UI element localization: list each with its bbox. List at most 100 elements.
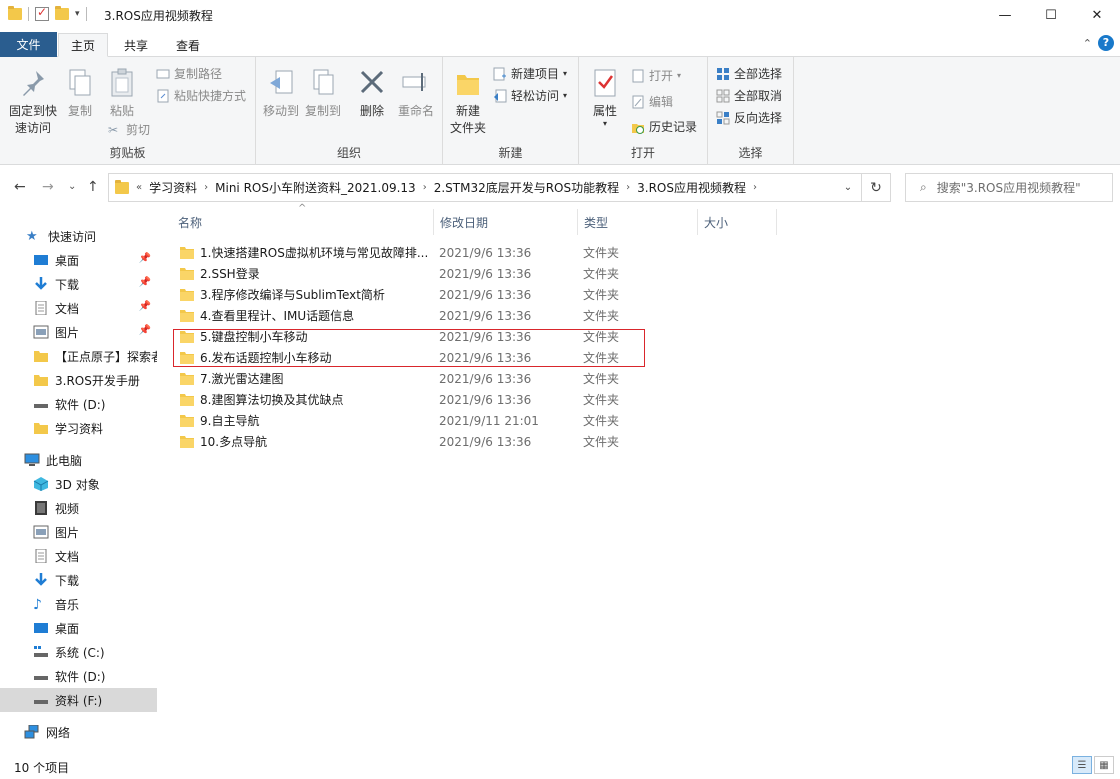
- file-name[interactable]: 4.查看里程计、IMU话题信息: [180, 307, 435, 324]
- tab-share[interactable]: 共享: [112, 33, 160, 57]
- table-row[interactable]: 9.自主导航 2021/9/11 21:01 文件夹: [172, 410, 634, 431]
- properties-icon[interactable]: [35, 5, 49, 21]
- sidebar-item-pictures[interactable]: 图片 📌: [0, 320, 157, 344]
- sidebar-item-study-materials[interactable]: 学习资料: [0, 416, 157, 440]
- column-header-size[interactable]: 大小: [698, 209, 777, 235]
- back-arrow-icon[interactable]: ←: [14, 179, 26, 195]
- collapse-ribbon-icon[interactable]: ⌃: [1083, 37, 1092, 50]
- copy-path-button[interactable]: 复制路径: [156, 65, 222, 82]
- tab-file[interactable]: 文件: [0, 32, 57, 57]
- file-type: 文件夹: [583, 267, 620, 281]
- breadcrumb-chevron-icon[interactable]: ›: [204, 182, 208, 193]
- sidebar-item-drive-d[interactable]: 软件 (D:): [0, 392, 157, 416]
- file-name[interactable]: 3.程序修改编译与SublimText简析: [180, 286, 435, 303]
- breadcrumb-1[interactable]: 学习资料: [149, 179, 197, 196]
- close-button[interactable]: ✕: [1074, 0, 1120, 31]
- invert-selection-button[interactable]: 反向选择: [716, 109, 782, 126]
- properties-icon: [590, 67, 620, 99]
- table-row[interactable]: 1.快速搭建ROS虚拟机环境与常见故障排... 2021/9/6 13:36 文件夹: [172, 242, 634, 263]
- paste-shortcut-button[interactable]: 粘贴快捷方式: [156, 87, 246, 104]
- address-bar[interactable]: « 学习资料 › Mini ROS小车附送资料_2021.09.13 › 2.S…: [108, 173, 862, 202]
- file-name[interactable]: 9.自主导航: [180, 412, 435, 429]
- easy-access-button[interactable]: 轻松访问 ▾: [493, 87, 567, 104]
- move-to-button[interactable]: 移动到: [262, 67, 300, 120]
- sidebar-item-music[interactable]: ♪ 音乐: [0, 592, 157, 616]
- group-label-select: 选择: [738, 146, 763, 160]
- file-name[interactable]: 1.快速搭建ROS虚拟机环境与常见故障排...: [180, 244, 435, 261]
- sidebar-item-3d-objects[interactable]: 3D 对象: [0, 472, 157, 496]
- column-header-name[interactable]: 名称: [172, 209, 434, 235]
- new-folder-icon[interactable]: [55, 6, 69, 20]
- large-icons-view-button[interactable]: ▦: [1094, 756, 1114, 774]
- file-name[interactable]: 2.SSH登录: [180, 265, 435, 282]
- address-dropdown-icon[interactable]: ⌄: [835, 174, 861, 201]
- file-name[interactable]: 10.多点导航: [180, 433, 435, 450]
- navigation-bar: ← → ⌄ ↑ « 学习资料 › Mini ROS小车附送资料_2021.09.…: [0, 165, 1120, 209]
- table-row[interactable]: 4.查看里程计、IMU话题信息 2021/9/6 13:36 文件夹: [172, 305, 634, 326]
- table-row[interactable]: 3.程序修改编译与SublimText简析 2021/9/6 13:36 文件夹: [172, 284, 634, 305]
- history-button[interactable]: 历史记录: [631, 118, 697, 135]
- sidebar-item-explorer-folder[interactable]: 【正点原子】探索者: [0, 344, 157, 368]
- tab-view[interactable]: 查看: [164, 33, 212, 57]
- file-name[interactable]: 8.建图算法切换及其优缺点: [180, 391, 435, 408]
- paste-button[interactable]: 粘贴: [104, 67, 140, 120]
- sidebar-quick-access[interactable]: ★ 快速访问: [0, 224, 157, 248]
- properties-button[interactable]: 属性 ▾: [585, 67, 625, 128]
- customize-toolbar-icon[interactable]: ▾: [75, 9, 80, 19]
- breadcrumb-chevron-icon[interactable]: ›: [753, 182, 757, 193]
- sidebar-item-downloads[interactable]: 下载 📌: [0, 272, 157, 296]
- star-icon: ★: [26, 229, 38, 244]
- column-header-date[interactable]: 修改日期: [434, 209, 578, 235]
- cut-button[interactable]: ✂ 剪切: [108, 121, 150, 138]
- sidebar-item-pc-documents[interactable]: 文档: [0, 544, 157, 568]
- forward-arrow-icon[interactable]: →: [42, 179, 54, 195]
- recent-locations-chevron-icon[interactable]: ⌄: [68, 181, 76, 192]
- select-none-button[interactable]: 全部取消: [716, 87, 782, 104]
- sidebar-item-pc-drive-d[interactable]: 软件 (D:): [0, 664, 157, 688]
- overflow-chevron-icon[interactable]: «: [136, 182, 142, 193]
- table-row[interactable]: 7.激光雷达建图 2021/9/6 13:36 文件夹: [172, 368, 634, 389]
- sidebar-item-drive-c[interactable]: 系统 (C:): [0, 640, 157, 664]
- edit-button[interactable]: 编辑: [631, 93, 673, 110]
- file-name[interactable]: 7.激光雷达建图: [180, 370, 435, 387]
- breadcrumb-2[interactable]: Mini ROS小车附送资料_2021.09.13: [215, 179, 416, 196]
- maximize-button[interactable]: ☐: [1028, 0, 1074, 31]
- breadcrumb-4[interactable]: 3.ROS应用视频教程: [637, 179, 746, 196]
- select-all-button[interactable]: 全部选择: [716, 65, 782, 82]
- sidebar-item-pc-pictures[interactable]: 图片: [0, 520, 157, 544]
- open-button[interactable]: 打开 ▾: [631, 67, 681, 84]
- pin-to-quick-access-button[interactable]: 固定到快 速访问: [6, 67, 60, 137]
- help-icon[interactable]: ?: [1098, 35, 1114, 51]
- table-row[interactable]: 8.建图算法切换及其优缺点 2021/9/6 13:36 文件夹: [172, 389, 634, 410]
- copy-to-button[interactable]: 复制到: [304, 67, 342, 120]
- sidebar-item-pc-downloads[interactable]: 下载: [0, 568, 157, 592]
- sidebar-item-pc-desktop[interactable]: 桌面: [0, 616, 157, 640]
- sidebar-item-ros-manual[interactable]: 3.ROS开发手册: [0, 368, 157, 392]
- copy-path-label: 复制路径: [174, 67, 223, 81]
- sidebar-item-desktop[interactable]: 桌面 📌: [0, 248, 157, 272]
- table-row[interactable]: 10.多点导航 2021/9/6 13:36 文件夹: [172, 431, 634, 452]
- breadcrumb-chevron-icon[interactable]: ›: [423, 182, 427, 193]
- table-row[interactable]: 2.SSH登录 2021/9/6 13:36 文件夹: [172, 263, 634, 284]
- new-item-button[interactable]: 新建项目 ▾: [493, 65, 567, 82]
- folder-icon: [180, 393, 194, 406]
- sidebar-item-drive-f[interactable]: 资料 (F:): [0, 688, 157, 712]
- breadcrumb-chevron-icon[interactable]: ›: [626, 182, 630, 193]
- tab-home[interactable]: 主页: [58, 33, 108, 57]
- group-select: 全部选择 全部取消 反向选择 选择: [708, 57, 794, 165]
- sidebar-item-videos[interactable]: 视频: [0, 496, 157, 520]
- up-arrow-icon[interactable]: ↑: [87, 179, 99, 195]
- search-input[interactable]: ⌕ 搜索"3.ROS应用视频教程": [905, 173, 1113, 202]
- minimize-button[interactable]: —: [982, 0, 1028, 31]
- breadcrumb-3[interactable]: 2.STM32底层开发与ROS功能教程: [434, 179, 619, 196]
- column-header-type[interactable]: 类型: [578, 209, 698, 235]
- copy-button[interactable]: 复制: [62, 67, 98, 120]
- sidebar-this-pc[interactable]: 此电脑: [0, 448, 157, 472]
- rename-button[interactable]: 重命名: [394, 67, 438, 120]
- refresh-button[interactable]: ↻: [862, 173, 891, 202]
- delete-button[interactable]: 删除: [354, 67, 390, 120]
- sidebar-item-documents[interactable]: 文档 📌: [0, 296, 157, 320]
- new-folder-button[interactable]: 新建 文件夹: [447, 67, 489, 137]
- sidebar-network[interactable]: 网络: [0, 720, 157, 744]
- details-view-button[interactable]: ☰: [1072, 756, 1092, 774]
